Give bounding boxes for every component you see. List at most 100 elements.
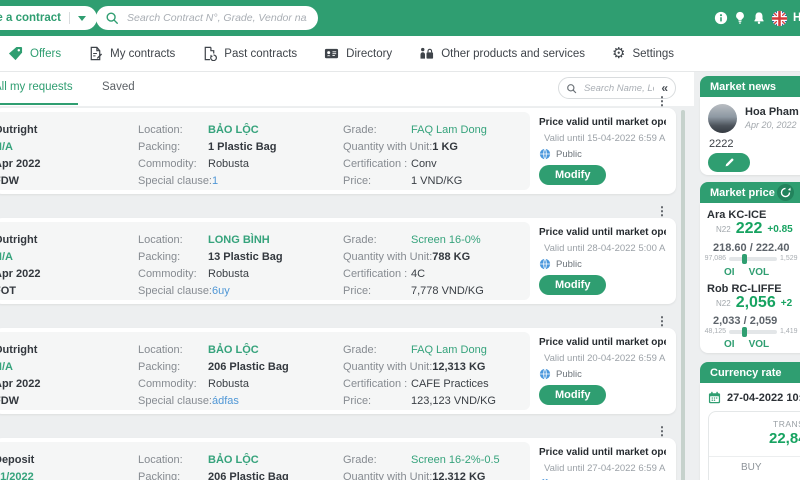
oi-toggle[interactable]: OI [724,267,735,278]
offer-details-left: Location: BẢO LỘC Packing: 206 Plastic Bag… [138,341,289,409]
transfer-label: TRANSFER [773,419,800,429]
validity-title: Price valid until market opens [539,227,666,238]
instrument-price-row: N22 2,056 +2 [716,294,792,312]
nav-item-directory[interactable]: Directory [324,46,392,61]
kebab-menu-icon[interactable]: ⋮ [656,95,668,107]
offers-tabstrip: All my requests Saved « [0,72,694,106]
lightbulb-icon[interactable] [733,11,747,25]
offers-filter-input[interactable] [582,81,657,95]
slider-handle[interactable] [742,326,747,337]
price-slider: 97,086 1,529 [702,253,798,264]
field-label: Packing: [138,140,181,153]
buy-label: BUY [741,462,762,473]
field-label: Grade: [343,453,377,466]
offer-details-left: Location: LONG BÌNH Packing: 13 Plastic Ba… [138,231,283,299]
kebab-menu-icon[interactable]: ⋮ [656,205,668,217]
field-label: Price: [343,284,372,297]
field-label: Quantity with Unit: [343,470,433,480]
offer-month: Apr 2022 [0,267,41,280]
user-menu[interactable]: Hoa Pham [793,12,800,24]
refresh-icon[interactable] [777,184,794,201]
offer-grade: Screen 16-2%-0.5 [411,453,500,466]
slider-track[interactable] [729,326,777,337]
validity-title: Price valid until market opens [539,117,666,128]
list-scrollbar[interactable] [681,110,685,480]
offer-details-left: Location: BẢO LỘC Packing: 206 Plastic Bag [138,451,289,480]
offer-quantity: 788 KG [432,250,471,263]
tab-all-my-requests[interactable]: All my requests [0,81,73,93]
currency-rate-card: 27-04-2022 10:48 TRANSFER 22,84 BUY [700,383,800,480]
nav-item-other-products[interactable]: Other products and services [419,46,585,61]
offer-card: ⋮ Outright N/A Apr 2022 FDW Location: BẢO… [0,315,676,414]
kebab-menu-icon[interactable]: ⋮ [656,425,668,437]
field-label: Location: [138,343,183,356]
slider-handle[interactable] [742,253,747,264]
news-date: Apr 20, 2022 [745,120,797,130]
vol-toggle[interactable]: VOL [749,267,770,278]
app-window: Create a contract [0,0,800,480]
nav-item-past-contracts[interactable]: Past contracts [202,46,297,61]
modify-button[interactable]: Modify [539,275,607,295]
offer-special-clause-link[interactable]: 6uy [212,285,230,297]
offer-key-facts: Outright N/A Apr 2022 FDW [0,121,126,189]
nav-item-my-contracts[interactable]: My contracts [88,46,175,61]
offer-special-clause-link[interactable]: 1 [212,175,218,187]
stat-right: 1,529 [780,255,798,262]
tab-saved[interactable]: Saved [102,81,135,93]
instrument-price-row: N22 222 +0.85 [716,220,793,238]
market-news-header: Market news [700,76,800,97]
field-label: Packing: [138,470,181,480]
globe-icon [539,368,551,380]
offer-key-facts: Outright N/A Apr 2022 FOT [0,231,126,299]
field-label: Certification : [343,267,408,280]
last-price: 222 [735,220,763,237]
offer-packing: 206 Plastic Bag [208,470,289,480]
global-search[interactable] [96,6,318,30]
globe-icon [539,148,551,160]
offer-month: Apr 2022 [0,377,41,390]
offer-key-facts: Deposit 01/2022 [0,451,126,480]
fx-rate-box: TRANSFER 22,84 BUY [708,411,800,480]
modify-button[interactable]: Modify [539,385,607,405]
language-flag-icon[interactable] [771,10,788,27]
offer-packing: 206 Plastic Bag [208,360,289,373]
visibility-text: Public [556,148,582,160]
offer-grade-short: N/A [0,140,13,153]
price-range: 218.60 / 222.40 [713,242,790,254]
nav-item-settings[interactable]: ⚙ Settings [612,46,674,61]
offer-special-clause-link[interactable]: ádfas [212,395,239,407]
offer-packing: 1 Plastic Bag [208,140,277,153]
vol-toggle[interactable]: VOL [749,339,770,350]
nav-item-offers[interactable]: Offers [8,46,61,61]
news-content: 2222 [709,138,734,150]
products-services-icon [420,47,434,59]
create-contract-button[interactable]: Create a contract [0,6,97,30]
nav-label: Other products and services [441,47,586,60]
edit-news-button[interactable] [708,153,750,172]
price-slider: 48,125 1,419 [702,326,798,337]
valid-until-text: Valid until 27-04-2022 6:59 AM [544,462,666,474]
field-label: Location: [138,453,183,466]
modify-button[interactable]: Modify [539,165,607,185]
chevron-down-icon[interactable] [78,15,86,21]
field-label: Special clause: [138,174,212,187]
offer-validity-section: Price valid until market opens Valid unt… [539,442,666,480]
field-label: Commodity: [138,267,197,280]
offer-grade: Screen 16-0% [411,233,481,246]
valid-until-text: Valid until 28-04-2022 5:00 AM [544,242,666,254]
oi-toggle[interactable]: OI [724,339,735,350]
offer-type: Outright [0,233,38,246]
bell-icon[interactable] [752,11,766,25]
field-label: Price: [343,394,372,407]
contract-month: N22 [716,298,731,308]
kebab-menu-icon[interactable]: ⋮ [656,315,668,327]
slider-track[interactable] [729,253,777,264]
offer-location: BẢO LỘC [208,123,259,136]
field-label: Location: [138,233,183,246]
collapse-chevrons-icon[interactable]: « [661,82,668,94]
nav-label: Offers [30,47,62,60]
global-search-input[interactable] [125,11,309,25]
oi-vol-toggle: OI VOL [724,339,769,350]
offer-card: ⋮ Outright N/A Apr 2022 FOT Location: LON… [0,205,676,304]
info-icon[interactable] [714,11,728,25]
